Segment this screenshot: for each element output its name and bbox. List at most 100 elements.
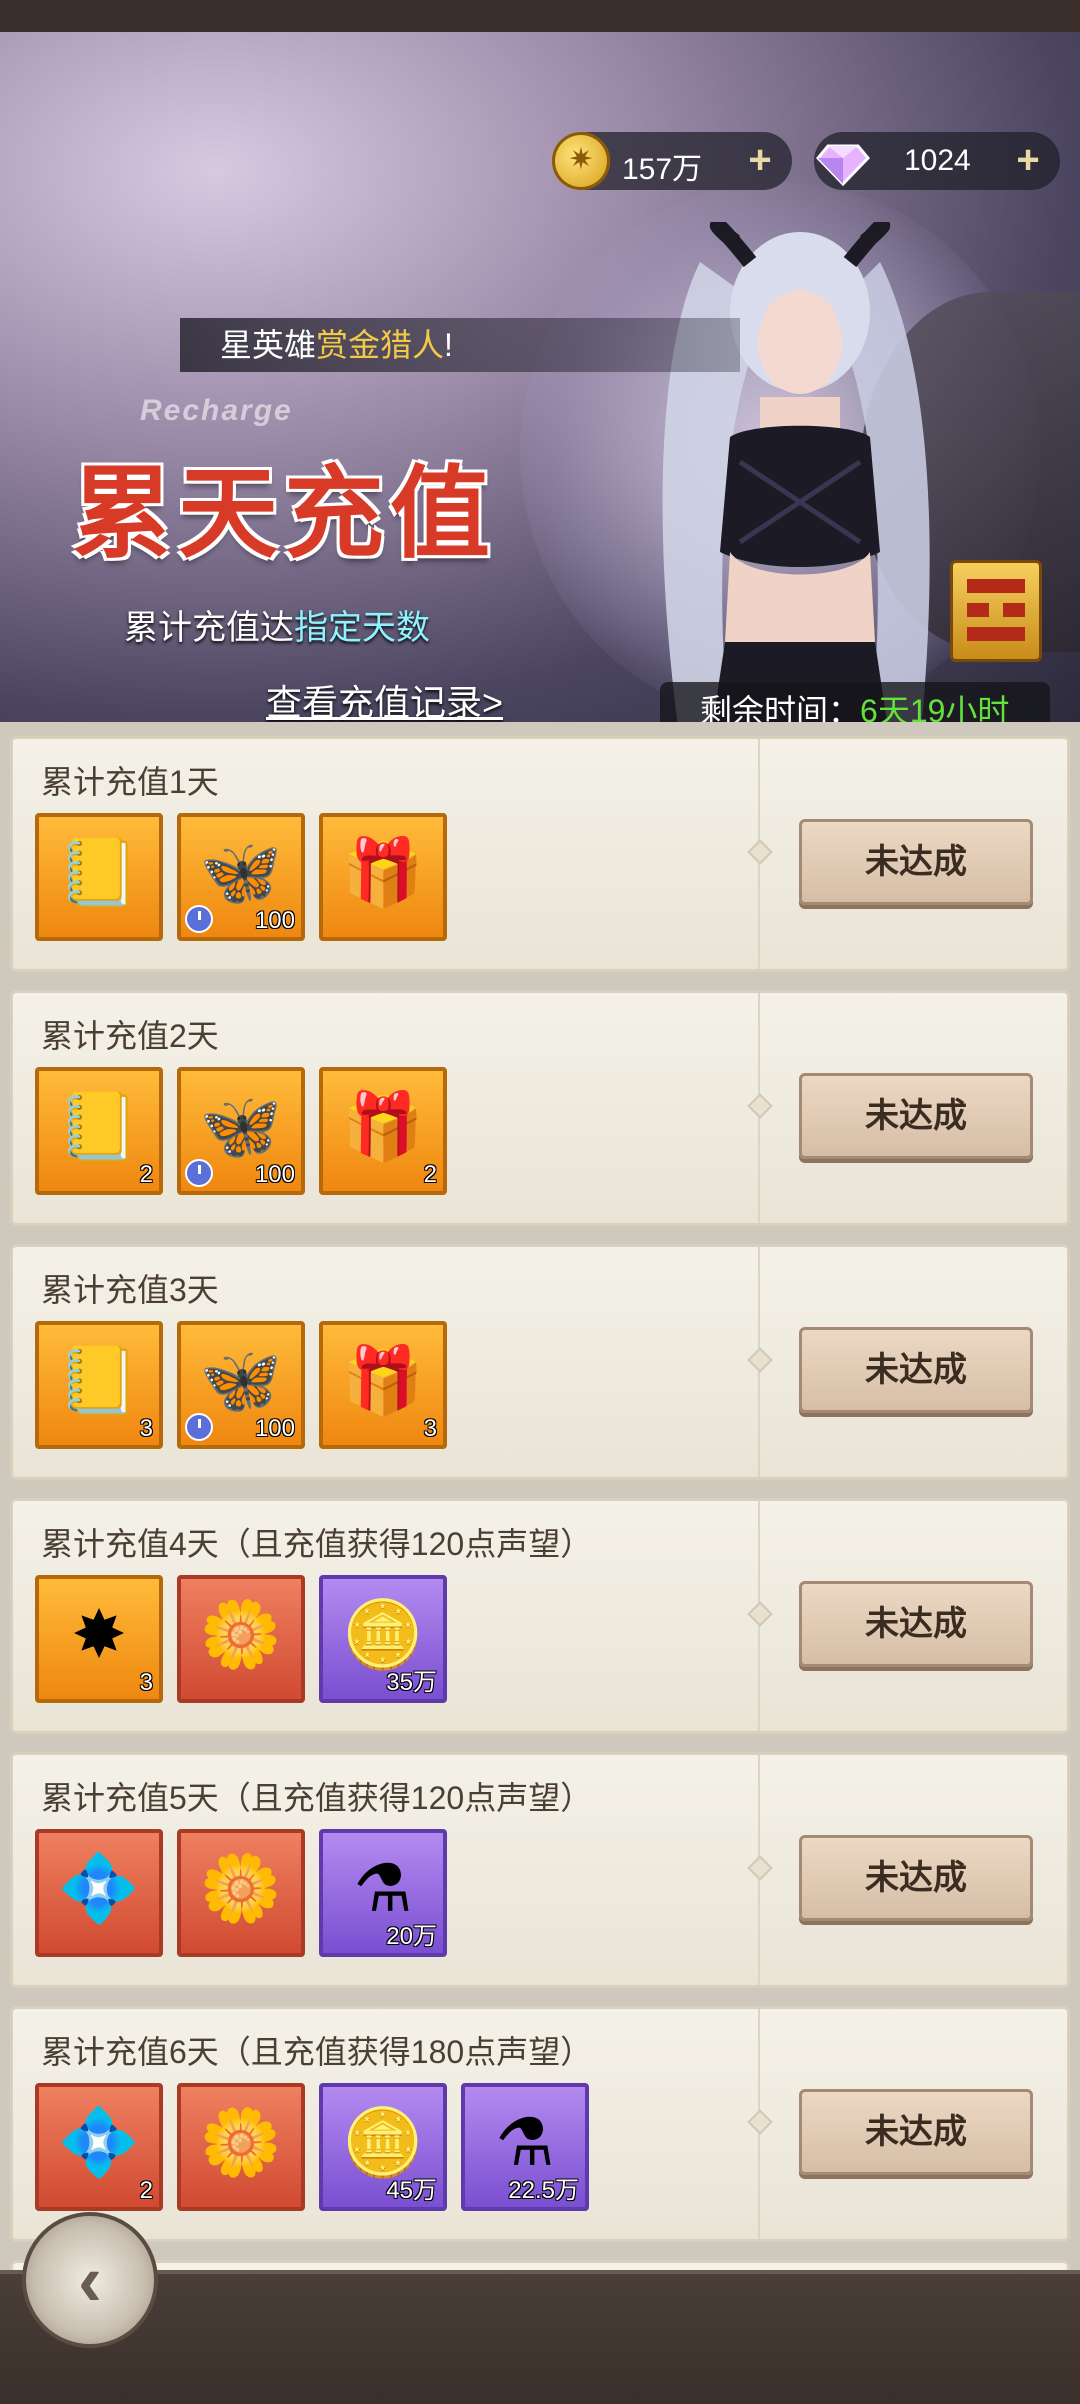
clock-icon [185,1159,213,1187]
status-bar [0,0,1080,32]
diamond-value: 1024 [904,144,971,177]
reward-count: 3 [139,1669,153,1696]
notice-highlight: 赏金猎人 [316,327,445,363]
add-diamond-button[interactable]: + [1010,140,1046,180]
reward-count: 100 [254,907,295,934]
side-menu-icon[interactable] [950,560,1042,662]
reward-item-book[interactable]: 📒 3 [35,1321,163,1449]
divider-ornament [747,1093,773,1119]
reward-item-flower[interactable]: 🌼 [177,1575,305,1703]
claim-button[interactable]: 未达成 [799,1327,1033,1413]
reward-count: 2 [139,1161,153,1188]
clock-icon [185,905,213,933]
gold-counter: 157万 + [552,132,792,190]
task-title: 累计充值4天（且充值获得120点声望） [41,1526,593,1562]
claim-button-label: 未达成 [865,843,967,881]
reward-item-crystal[interactable]: 💠 [35,1829,163,1957]
book-icon: 📒 [57,835,141,909]
claim-button[interactable]: 未达成 [799,1581,1033,1667]
event-title: 累天充值 [72,458,496,570]
desc-prefix: 累计充值达 [124,609,294,647]
chest-icon: 🎁 [341,835,425,909]
chest-icon: 🎁 [341,1089,425,1163]
reward-item-flower[interactable]: 🌼 [177,1829,305,1957]
bottom-bar [0,2270,1080,2404]
reward-count: 100 [254,1415,295,1442]
remaining-time: 剩余时间：6天19小时 [660,682,1050,722]
reward-item-gold-coin[interactable]: 🪙 35万 [319,1575,447,1703]
reward-item-chest[interactable]: 🎁 2 [319,1067,447,1195]
divider-ornament [747,1347,773,1373]
task-title: 累计充值3天 [41,1272,219,1308]
claim-button[interactable]: 未达成 [799,819,1033,905]
reward-count: 2 [139,2177,153,2204]
claim-button-label: 未达成 [865,1605,967,1643]
event-description: 累计充值达指定天数 [124,600,430,649]
reward-item-crystal[interactable]: 💠 2 [35,2083,163,2211]
reward-item-butterfly[interactable]: 🦋 100 [177,1067,305,1195]
flower-icon: 🌼 [199,1851,283,1925]
notice-prefix: 星英雄 [220,327,317,363]
claim-button-label: 未达成 [865,1097,967,1135]
claim-button[interactable]: 未达成 [799,1073,1033,1159]
clock-icon [185,1413,213,1441]
reward-item-butterfly[interactable]: 🦋 100 [177,1321,305,1449]
add-gold-button[interactable]: + [742,140,778,180]
recharge-history-link[interactable]: 查看充值记录> [266,674,503,722]
diamond-icon [815,144,871,187]
task-title: 累计充值5天（且充值获得120点声望） [41,1780,593,1816]
task-list[interactable]: 累计充值1天 📒 🦋 100 🎁 未达成 累计充值2天 📒 2 🦋 100 🎁 2 未达成 累计充值3天 📒 3… [0,722,1080,2292]
divider-ornament [747,1855,773,1881]
reward-item-chest[interactable]: 🎁 [319,813,447,941]
reward-item-gold-coin[interactable]: 🪙 45万 [319,2083,447,2211]
hero-illustration [662,222,930,722]
divider-ornament [747,2109,773,2135]
book-icon: 📒 [57,1343,141,1417]
reward-item-book[interactable]: 📒 [35,813,163,941]
divider-ornament [747,839,773,865]
reward-item-flower[interactable]: 🌼 [177,2083,305,2211]
reward-item-book[interactable]: 📒 2 [35,1067,163,1195]
claim-button[interactable]: 未达成 [799,1835,1033,1921]
crystal-icon: 💠 [57,2105,141,2179]
chest-icon: 🎁 [341,1343,425,1417]
task-card: 累计充值4天（且充值获得120点声望） ✸ 3 🌼 🪙 35万 未达成 [10,1498,1070,1734]
sun-gem-icon: ✸ [71,1597,127,1671]
gold-coin-icon [552,132,610,190]
reward-count: 35万 [386,1669,437,1696]
diamond-counter: 1024 + [814,132,1060,190]
task-card: 累计充值6天（且充值获得180点声望） 💠 2 🌼 🪙 45万 ⚗ 22.5万 未达成 [10,2006,1070,2242]
timer-value: 6天19小时 [860,693,1010,722]
task-title: 累计充值2天 [41,1018,219,1054]
claim-button-label: 未达成 [865,1351,967,1389]
reward-item-sun-gem[interactable]: ✸ 3 [35,1575,163,1703]
flower-icon: 🌼 [199,2105,283,2179]
event-subtitle: Recharge [140,394,293,427]
reward-item-potion[interactable]: ⚗ 22.5万 [461,2083,589,2211]
timer-label: 剩余时间： [700,693,861,722]
desc-highlight: 指定天数 [294,609,430,647]
task-card: 累计充值3天 📒 3 🦋 100 🎁 3 未达成 [10,1244,1070,1480]
crystal-icon: 💠 [57,1851,141,1925]
reward-item-butterfly[interactable]: 🦋 100 [177,813,305,941]
flower-icon: 🌼 [199,1597,283,1671]
butterfly-icon: 🦋 [199,835,283,909]
back-button[interactable]: ‹ [22,2212,158,2348]
task-card: 累计充值1天 📒 🦋 100 🎁 未达成 [10,736,1070,972]
claim-button[interactable]: 未达成 [799,2089,1033,2175]
reward-count: 100 [254,1161,295,1188]
reward-item-chest[interactable]: 🎁 3 [319,1321,447,1449]
reward-count: 2 [423,1161,437,1188]
claim-button-label: 未达成 [865,2113,967,2151]
reward-count: 3 [139,1415,153,1442]
back-arrow-icon: ‹ [78,2241,102,2321]
reward-item-potion[interactable]: ⚗ 20万 [319,1829,447,1957]
task-title: 累计充值6天（且充值获得180点声望） [41,2034,593,2070]
gold-value: 157万 [622,153,703,186]
task-card: 累计充值5天（且充值获得120点声望） 💠 🌼 ⚗ 20万 未达成 [10,1752,1070,1988]
task-card: 累计充值2天 📒 2 🦋 100 🎁 2 未达成 [10,990,1070,1226]
notice-suffix: ! [444,327,453,363]
butterfly-icon: 🦋 [199,1343,283,1417]
reward-count: 20万 [386,1923,437,1950]
scrolling-notice: 星英雄赏金猎人! [180,318,740,372]
